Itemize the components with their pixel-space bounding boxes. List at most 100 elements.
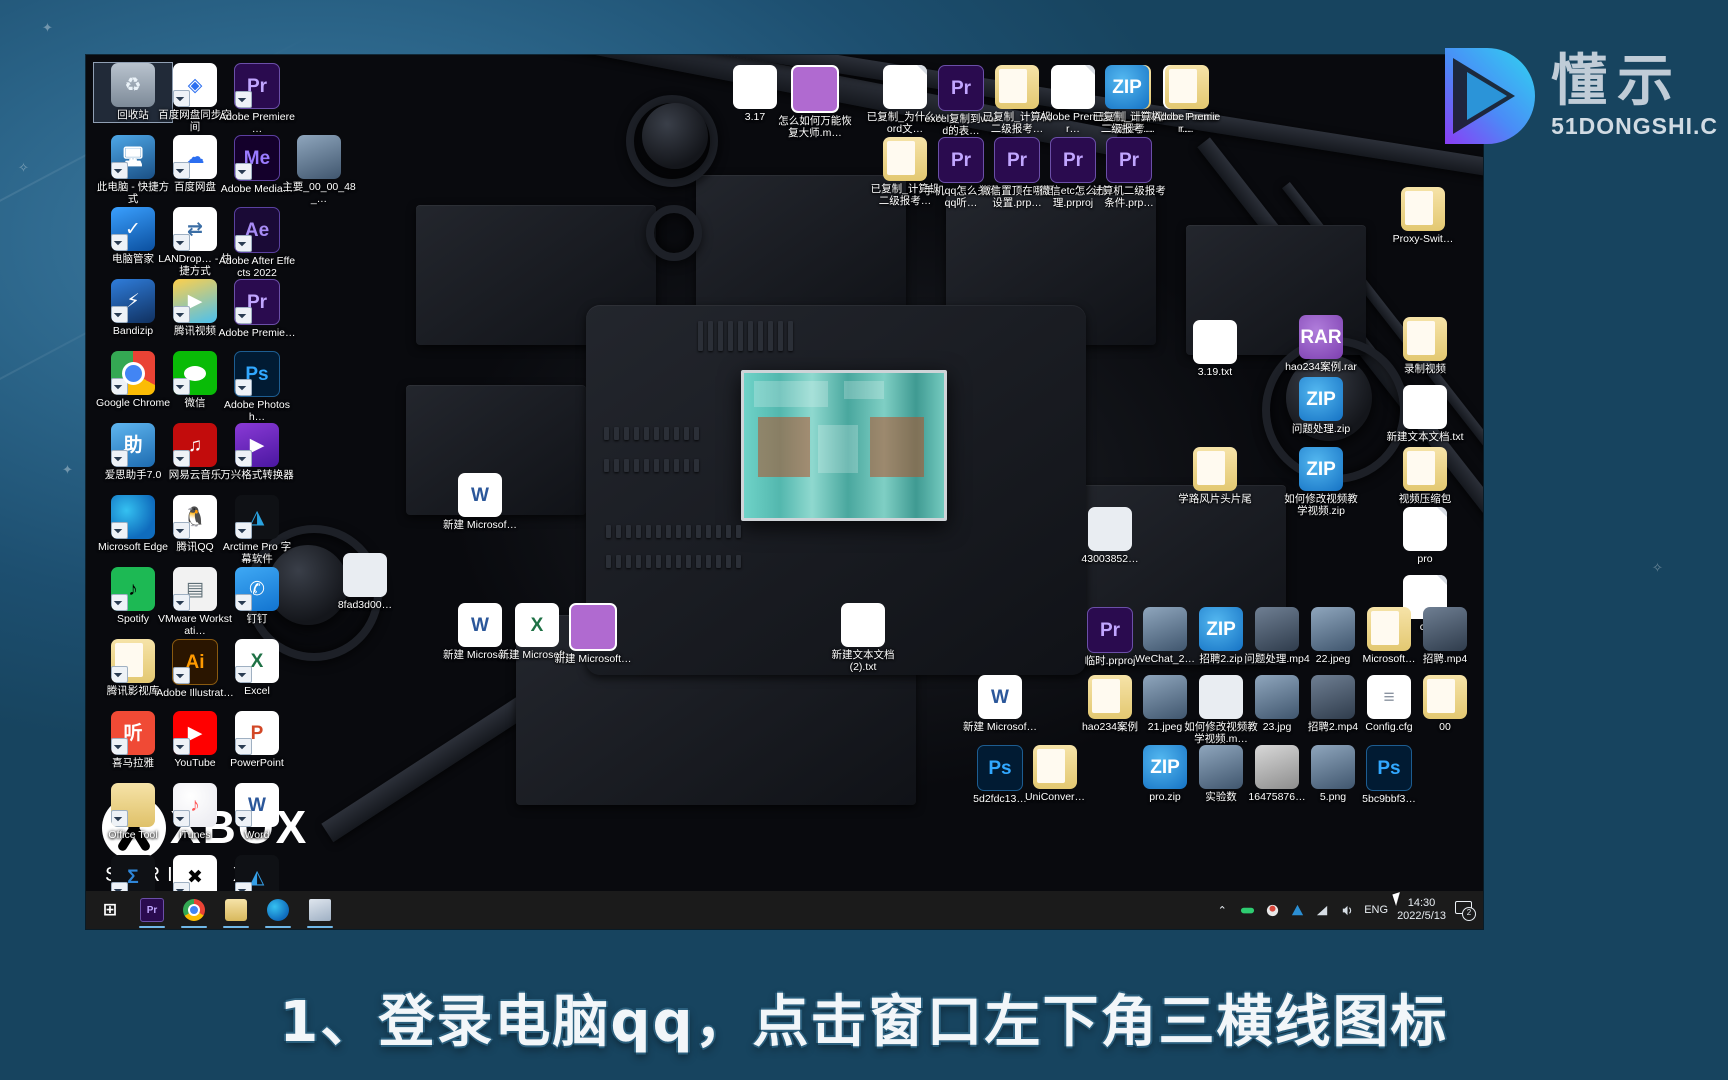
desktop-icon[interactable]: ✆ 钉钉 xyxy=(218,567,296,626)
wallpaper-pins xyxy=(698,321,793,351)
start-button[interactable]: ⊞ xyxy=(90,891,130,929)
desktop-icon[interactable]: P PowerPoint xyxy=(218,711,296,770)
desktop-icon[interactable]: 录制视频 xyxy=(1386,317,1464,376)
system-tray[interactable]: ⌃ ENG 14:30 2022/5/13 2 xyxy=(1214,897,1483,923)
taskbar-file-explorer-icon xyxy=(225,899,247,921)
g-folder-icon xyxy=(1403,317,1447,361)
g-img-icon xyxy=(297,135,341,179)
desktop-icon-label: 视频压缩包 xyxy=(1398,493,1452,505)
g-ae-icon: Ae xyxy=(234,207,280,253)
g-excel-icon: X xyxy=(235,639,279,683)
desktop-icon[interactable]: Proxy-Swit… xyxy=(1384,187,1462,246)
desktop-screen[interactable]: XBOX SERIES X ♻回收站◈百度网盘同步空间PrAdobe Premi… xyxy=(86,55,1483,929)
desktop-icon[interactable]: 主要_00_00_48_… xyxy=(280,135,358,205)
wallpaper-pins xyxy=(606,525,741,538)
language-indicator[interactable]: ENG xyxy=(1364,904,1388,916)
network-icon[interactable] xyxy=(1314,902,1330,918)
g-img-icon xyxy=(1311,607,1355,651)
g-zip-icon: ZIP xyxy=(1143,745,1187,789)
desktop-icon[interactable]: ZIP 问题处理.zip xyxy=(1282,377,1360,436)
shortcut-arrow-icon xyxy=(173,667,190,684)
show-hidden-icons-chevron-icon[interactable]: ⌃ xyxy=(1214,902,1230,918)
taskbar-file-explorer[interactable] xyxy=(216,891,256,929)
pill-green-icon[interactable] xyxy=(1239,902,1255,918)
tutorial-page: ✦ ✧ ✦ ✧ XBOX SERIES ♻ 回收站 ◈ 百度网盘同步空间 Pr … xyxy=(0,0,1728,1080)
shortcut-arrow-icon xyxy=(173,738,190,755)
shortcut-arrow-icon xyxy=(111,810,128,827)
desktop-icon[interactable]: 怎么如何万能恢复大师.m… xyxy=(776,65,854,139)
desktop-icon[interactable]: Ps 5bc9bbf3… xyxy=(1350,745,1428,806)
g-yt-icon: ▶ xyxy=(173,711,217,755)
desktop-icon[interactable]: ▶ 万兴格式转换器 xyxy=(218,423,296,482)
desktop-icon-label: PowerPoint xyxy=(230,757,284,769)
shortcut-arrow-icon xyxy=(111,234,128,251)
desktop-icon[interactable]: UniConver… xyxy=(1016,745,1094,804)
desktop-icon[interactable]: 新建 Microsoft… xyxy=(554,603,632,666)
notifications-button[interactable]: 2 xyxy=(1455,901,1476,921)
qq-penguin-icon[interactable] xyxy=(1264,902,1280,918)
desktop-icon[interactable]: pro xyxy=(1386,507,1464,566)
taskbar[interactable]: ⊞ Pr ⌃ ENG 14:30 2022/5/13 2 xyxy=(86,891,1483,929)
desktop-icon[interactable]: 招聘.mp4 xyxy=(1406,607,1483,666)
desktop-icon[interactable]: 学路风片头片尾 xyxy=(1176,447,1254,506)
g-ximalaya-icon: 听 xyxy=(111,711,155,755)
desktop-icon-label: hao234案例.rar xyxy=(1285,361,1357,373)
shortcut-arrow-icon xyxy=(111,594,128,611)
g-folder-icon xyxy=(1033,745,1077,789)
volume-icon[interactable] xyxy=(1339,902,1355,918)
shortcut-arrow-icon xyxy=(173,90,190,107)
backdrop-sparkle: ✧ xyxy=(1652,560,1663,575)
desktop-icon[interactable]: ZIP 如何修改视频教学视频.zip xyxy=(1282,447,1360,517)
wallpaper-ring xyxy=(646,205,702,261)
play-d-logo-icon xyxy=(1429,40,1541,152)
desktop-icon[interactable]: X Excel xyxy=(218,639,296,698)
g-zip-icon: ZIP xyxy=(1105,65,1149,109)
taskbar-store[interactable] xyxy=(300,891,340,929)
g-bandizip-icon: ⚡ xyxy=(111,279,155,323)
g-folder-icon xyxy=(1193,447,1237,491)
desktop-icon[interactable]: Pr 计算机二级报考条件.prp… xyxy=(1090,137,1168,209)
desktop-icon[interactable]: W Word xyxy=(218,783,296,842)
desktop-icon[interactable]: 3.19.txt xyxy=(1176,320,1254,379)
desktop-icon[interactable]: 视频压缩包 xyxy=(1386,447,1464,506)
desktop-icon[interactable]: ◮ Arctime Pro 字幕软件 xyxy=(218,495,296,565)
g-word-icon: W xyxy=(978,675,1022,719)
taskbar-chrome-icon xyxy=(183,899,205,921)
g-vmware-icon: ▤ xyxy=(173,567,217,611)
desktop-icon-label: 钉钉 xyxy=(246,613,268,625)
desktop-icon-label: 招聘.mp4 xyxy=(1422,653,1468,665)
g-txt-icon xyxy=(841,603,885,647)
desktop-icon[interactable]: 00 xyxy=(1406,675,1483,734)
taskbar-chrome[interactable] xyxy=(174,891,214,929)
clock[interactable]: 14:30 2022/5/13 xyxy=(1397,897,1446,923)
desktop-icon[interactable]: Ps Adobe Photosh… xyxy=(218,351,296,423)
taskbar-pinned-area[interactable]: ⊞ Pr xyxy=(86,891,340,929)
desktop-icon[interactable]: 新建文本文档.txt xyxy=(1386,385,1464,444)
shortcut-arrow-icon xyxy=(173,378,190,395)
desktop-icon[interactable]: Pr Adobe Premiere … xyxy=(218,63,296,135)
desktop-icon-label: 问题处理.zip xyxy=(1291,423,1351,435)
shortcut-arrow-icon xyxy=(235,307,252,324)
desktop-icon[interactable]: 43003852… xyxy=(1071,507,1149,566)
g-img-icon xyxy=(1143,675,1187,719)
taskbar-premiere[interactable]: Pr xyxy=(132,891,172,929)
desktop-icon-label: 新建 Microsof… xyxy=(442,519,518,531)
desktop-icon[interactable]: W 新建 Microsof… xyxy=(441,473,519,532)
desktop-icon[interactable]: RAR hao234案例.rar xyxy=(1282,315,1360,374)
desktop-icon[interactable]: Adobe Premier… xyxy=(1148,65,1226,135)
azure-icon[interactable] xyxy=(1289,902,1305,918)
desktop-icon[interactable]: Pr Adobe Premie… xyxy=(218,279,296,340)
shortcut-arrow-icon xyxy=(235,666,252,683)
desktop-icon-label: 录制视频 xyxy=(1404,363,1446,375)
taskbar-edge[interactable] xyxy=(258,891,298,929)
desktop-icon[interactable]: 新建文本文档 (2).txt xyxy=(824,603,902,673)
desktop-icon[interactable]: 8fad3d00… xyxy=(326,553,404,612)
desktop-icon[interactable]: Ae Adobe After Effects 2022 xyxy=(218,207,296,279)
g-edge-icon xyxy=(111,495,155,539)
g-arctime-icon: ◮ xyxy=(235,495,279,539)
desktop-icon-label: 43003852… xyxy=(1081,553,1139,565)
g-txt-icon xyxy=(733,65,777,109)
desktop-icon-label: UniConver… xyxy=(1024,791,1086,803)
desktop-icon[interactable]: W 新建 Microsof… xyxy=(961,675,1039,734)
g-ps-icon: Ps xyxy=(234,351,280,397)
